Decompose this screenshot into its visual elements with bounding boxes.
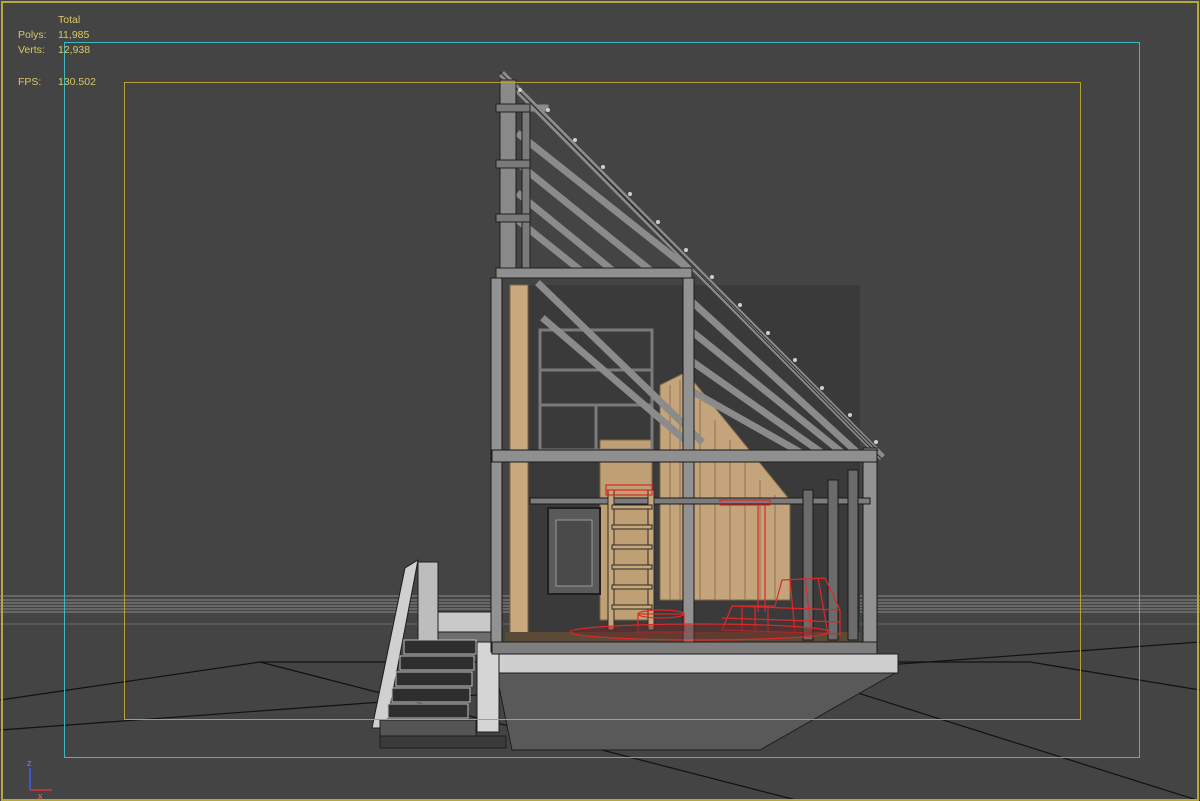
- 3d-viewport[interactable]: z x Total Polys: 11,985 Verts: 12,938 FP…: [0, 0, 1200, 801]
- polys-label: Polys:: [18, 29, 47, 41]
- stats-verts-row: Verts: 12,938: [18, 43, 96, 58]
- axis-gizmo: z x: [27, 758, 52, 801]
- verts-label: Verts:: [18, 44, 45, 56]
- stats-fps-row: FPS: 130.502: [18, 75, 96, 90]
- axis-z-label: z: [27, 758, 32, 768]
- verts-value: 12,938: [58, 44, 91, 56]
- polys-value: 11,985: [58, 29, 90, 41]
- fps-value: 130.502: [58, 76, 96, 88]
- stats-total-header: Total: [58, 14, 81, 26]
- fps-label: FPS:: [18, 76, 42, 88]
- stats-polys-row: Polys: 11,985: [18, 28, 96, 43]
- statistics-overlay: Total Polys: 11,985 Verts: 12,938 FPS: 1…: [18, 13, 96, 90]
- action-safe-frame: [124, 82, 1081, 720]
- axis-x-label: x: [38, 791, 43, 801]
